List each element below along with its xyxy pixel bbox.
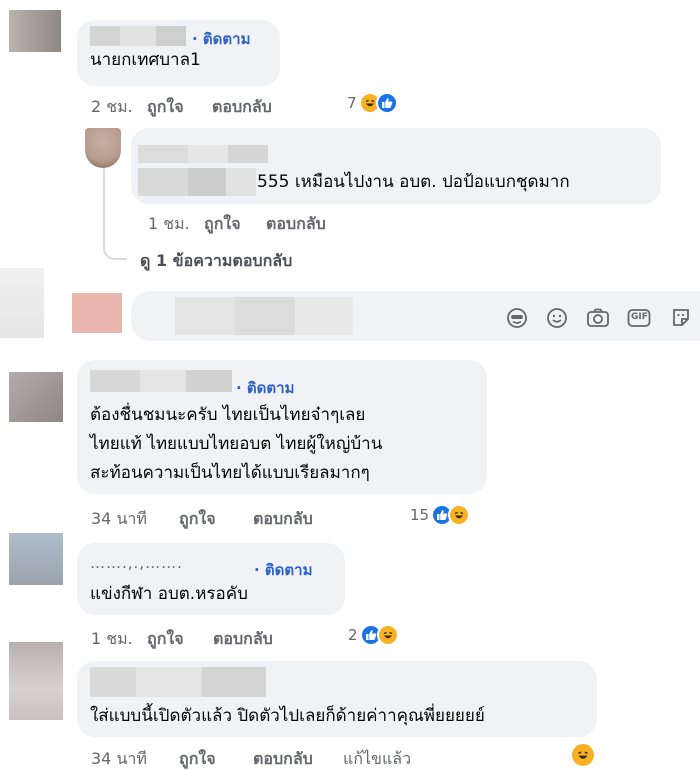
comment-actions: 2 ชม. ถูกใจ ตอบกลับ — [91, 95, 272, 120]
comment-actions: 34 นาที ถูกใจ ตอบกลับ — [91, 507, 313, 532]
avatar[interactable] — [9, 533, 63, 585]
timestamp[interactable]: 34 นาที — [91, 747, 179, 770]
redacted-text — [138, 168, 256, 196]
avatar[interactable] — [9, 10, 61, 52]
comment-text: 555 เหมือนไปงาน อบต. ปอป้อแบกชุดมาก — [257, 172, 570, 192]
reply-button[interactable]: ตอบกลับ — [212, 95, 272, 120]
emoji-icon[interactable] — [544, 305, 570, 331]
author-name-partial[interactable]: …….,.,……. — [90, 549, 183, 578]
edited-label[interactable]: แก้ไขแล้ว — [343, 747, 411, 770]
follow-button[interactable]: · ติดตาม — [254, 558, 312, 582]
composer-text-redacted[interactable] — [175, 297, 353, 335]
timestamp[interactable]: 34 นาที — [91, 507, 179, 532]
haha-icon — [570, 742, 596, 768]
like-button[interactable]: ถูกใจ — [147, 627, 213, 652]
follow-button[interactable]: · ติดตาม — [236, 376, 294, 400]
timestamp[interactable]: 2 ชม. — [91, 95, 147, 120]
reply-button[interactable]: ตอบกลับ — [213, 627, 273, 652]
comment-text-line: ต้องชื่นชมนะครับ ไทยเป็นไทยจ๋าๆเลย — [90, 405, 366, 425]
avatar[interactable] — [9, 372, 63, 422]
sticker-icon[interactable] — [668, 305, 694, 331]
author-name-redacted[interactable] — [90, 370, 232, 392]
comment-text: แข่งกีฬา อบต.หรอคับ — [90, 584, 248, 604]
reply-button[interactable]: ตอบกลับ — [253, 507, 313, 532]
like-button[interactable]: ถูกใจ — [179, 507, 253, 532]
reaction-count: 15 — [410, 506, 430, 524]
author-name-redacted[interactable] — [90, 667, 266, 697]
haha-icon — [448, 504, 471, 526]
gif-icon[interactable]: GIF — [626, 305, 652, 331]
comment-actions: 1 ชม. ถูกใจ ตอบกลับ — [148, 212, 326, 237]
haha-icon — [376, 624, 399, 646]
gif-label: GIF — [631, 312, 648, 322]
reaction-summary[interactable]: 2 — [348, 624, 399, 646]
reaction-summary[interactable] — [570, 742, 596, 768]
comment-actions: 34 นาที ถูกใจ ตอบกลับ แก้ไขแล้ว — [91, 747, 411, 770]
comment-actions: 1 ชม. ถูกใจ ตอบกลับ — [91, 627, 273, 652]
avatar[interactable] — [9, 642, 63, 720]
reply-button[interactable]: ตอบกลับ — [266, 212, 326, 237]
reaction-summary[interactable]: 15 — [410, 504, 471, 526]
like-button[interactable]: ถูกใจ — [179, 747, 253, 770]
avatar — [0, 268, 44, 338]
comment-text-line: สะท้อนความเป็นไทยได้แบบเรียลมากๆ — [90, 463, 370, 483]
reaction-count: 7 — [347, 94, 357, 112]
camera-icon[interactable] — [585, 305, 611, 331]
reply-button[interactable]: ตอบกลับ — [253, 747, 343, 770]
view-replies-link[interactable]: ดู 1 ข้อความตอบกลับ — [140, 249, 292, 274]
comment-text-line: ไทยแท้ ไทยแบบไทยอบต ไทยผู้ใหญ่บ้าน — [90, 434, 383, 454]
avatar[interactable] — [85, 128, 121, 168]
reaction-summary[interactable]: 7 — [347, 92, 398, 114]
author-name-redacted[interactable] — [138, 145, 268, 163]
timestamp[interactable]: 1 ชม. — [91, 627, 147, 652]
comment-text: ใส่แบบนี้เปิดตัวแล้ว ปิดตัวไปเลยก็ด้ายค่… — [90, 706, 485, 726]
reaction-count: 2 — [348, 626, 358, 644]
view-replies-label[interactable]: ดู 1 ข้อความตอบกลับ — [140, 249, 292, 274]
timestamp[interactable]: 1 ชม. — [148, 212, 204, 237]
current-user-avatar[interactable] — [72, 293, 122, 333]
sticker-face-icon[interactable] — [504, 305, 530, 331]
like-button[interactable]: ถูกใจ — [204, 212, 266, 237]
author-name-redacted[interactable] — [90, 26, 186, 46]
like-button[interactable]: ถูกใจ — [147, 95, 212, 120]
comment-text: นายกเทศบาล1 — [90, 50, 201, 70]
like-icon — [375, 92, 398, 114]
